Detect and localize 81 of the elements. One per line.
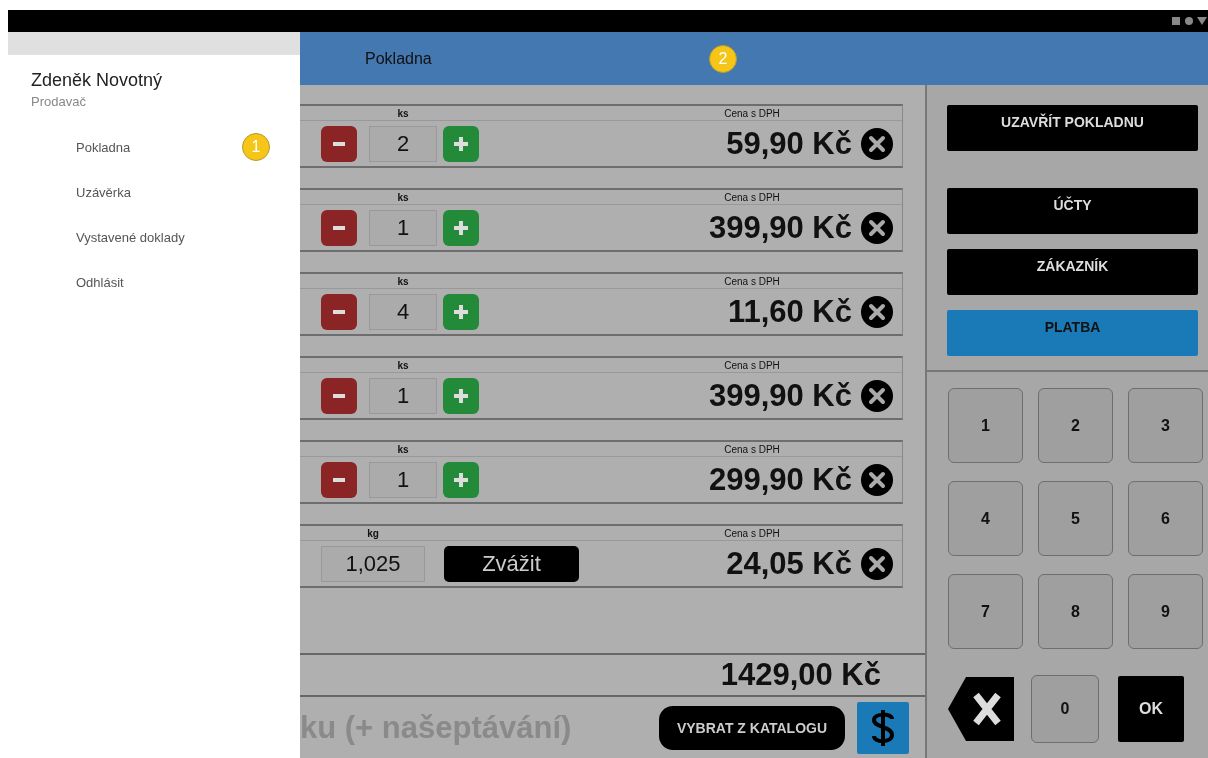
unit-label: ks	[396, 275, 410, 288]
price-label: Cena s DPH	[652, 274, 852, 289]
decrease-button[interactable]	[321, 461, 357, 498]
unit-label: ks	[396, 107, 410, 120]
decrease-button[interactable]	[321, 377, 357, 414]
digit-key[interactable]: 4	[948, 481, 1023, 556]
digit-key[interactable]: 6	[1128, 481, 1203, 556]
increase-button[interactable]	[443, 293, 479, 330]
quantity-field[interactable]: 1	[369, 377, 437, 414]
quantity-field[interactable]: 1	[369, 461, 437, 498]
quantity-field[interactable]: 2	[369, 125, 437, 162]
plus-icon	[454, 304, 468, 319]
weigh-button[interactable]: Zvážit	[444, 545, 579, 582]
unit-label: ks	[396, 191, 410, 204]
digit-key[interactable]: 1	[948, 388, 1023, 463]
catalog-button[interactable]: VYBRAT Z KATALOGU	[659, 705, 845, 750]
dollar-icon	[870, 707, 896, 748]
number-marker: 2	[709, 44, 737, 73]
ok-key[interactable]: OK	[1118, 676, 1184, 742]
menu-item[interactable]: Odhlásit	[76, 275, 124, 290]
price-label: Cena s DPH	[652, 106, 852, 121]
digit-key[interactable]: 2	[1038, 388, 1113, 463]
menu-item[interactable]: Uzávěrka	[76, 185, 131, 200]
remove-icon[interactable]	[861, 379, 893, 412]
unit-label: kg	[366, 527, 380, 540]
digit-key[interactable]: 7	[948, 574, 1023, 649]
minus-icon	[333, 309, 345, 314]
decrease-button[interactable]	[321, 209, 357, 246]
remove-icon[interactable]	[861, 211, 893, 244]
weight-field[interactable]: 1,025	[321, 545, 425, 582]
increase-button[interactable]	[443, 461, 479, 498]
backspace-key[interactable]	[948, 677, 1016, 741]
menu-item[interactable]: Vystavené doklady	[76, 230, 185, 245]
minus-icon	[333, 393, 345, 398]
app-title: Pokladna	[365, 49, 433, 68]
plus-icon	[454, 220, 468, 235]
remove-icon[interactable]	[861, 127, 893, 160]
price-label: Cena s DPH	[652, 190, 852, 205]
payment-button[interactable]	[857, 701, 909, 754]
plus-icon	[454, 472, 468, 487]
action-button[interactable]: ZÁKAZNÍK	[947, 249, 1198, 295]
quantity-field[interactable]: 1	[369, 209, 437, 246]
plus-icon	[454, 388, 468, 403]
decrease-button[interactable]	[321, 293, 357, 330]
digit-key[interactable]: 0	[1031, 675, 1099, 743]
status-icons	[1172, 16, 1208, 26]
unit-label: ks	[396, 359, 410, 372]
total-amount: 1429,00 Kč	[720, 657, 881, 693]
remove-icon[interactable]	[861, 463, 893, 496]
increase-button[interactable]	[443, 377, 479, 414]
number-marker: 1	[242, 133, 270, 161]
increase-button[interactable]	[443, 209, 479, 246]
price-label: Cena s DPH	[652, 442, 852, 457]
remove-icon[interactable]	[861, 547, 893, 580]
unit-label: ks	[396, 443, 410, 456]
user-role: Prodavač	[31, 94, 87, 109]
item-price: 59,90 Kč	[725, 125, 852, 162]
item-price: 24,05 Kč	[725, 545, 852, 582]
plus-icon	[454, 136, 468, 151]
item-price: 399,90 Kč	[707, 377, 852, 414]
item-price: 11,60 Kč	[726, 293, 852, 330]
digit-key[interactable]: 9	[1128, 574, 1203, 649]
price-label: Cena s DPH	[652, 358, 852, 373]
remove-icon[interactable]	[861, 295, 893, 328]
user-name: Zdeněk Novotný	[31, 70, 164, 91]
digit-key[interactable]: 3	[1128, 388, 1203, 463]
quantity-field[interactable]: 4	[369, 293, 437, 330]
action-button[interactable]: PLATBA	[947, 310, 1198, 356]
digit-key[interactable]: 5	[1038, 481, 1113, 556]
minus-icon	[333, 141, 345, 146]
item-price: 299,90 Kč	[707, 461, 852, 498]
decrease-button[interactable]	[321, 125, 357, 162]
digit-key[interactable]: 8	[1038, 574, 1113, 649]
minus-icon	[333, 477, 345, 482]
price-label: Cena s DPH	[652, 526, 852, 541]
menu-item[interactable]: Pokladna	[76, 140, 131, 155]
increase-button[interactable]	[443, 125, 479, 162]
minus-icon	[333, 225, 345, 230]
action-button[interactable]: UZAVŘÍT POKLADNU	[947, 105, 1198, 151]
action-button[interactable]: ÚČTY	[947, 188, 1198, 234]
item-price: 399,90 Kč	[707, 209, 852, 246]
